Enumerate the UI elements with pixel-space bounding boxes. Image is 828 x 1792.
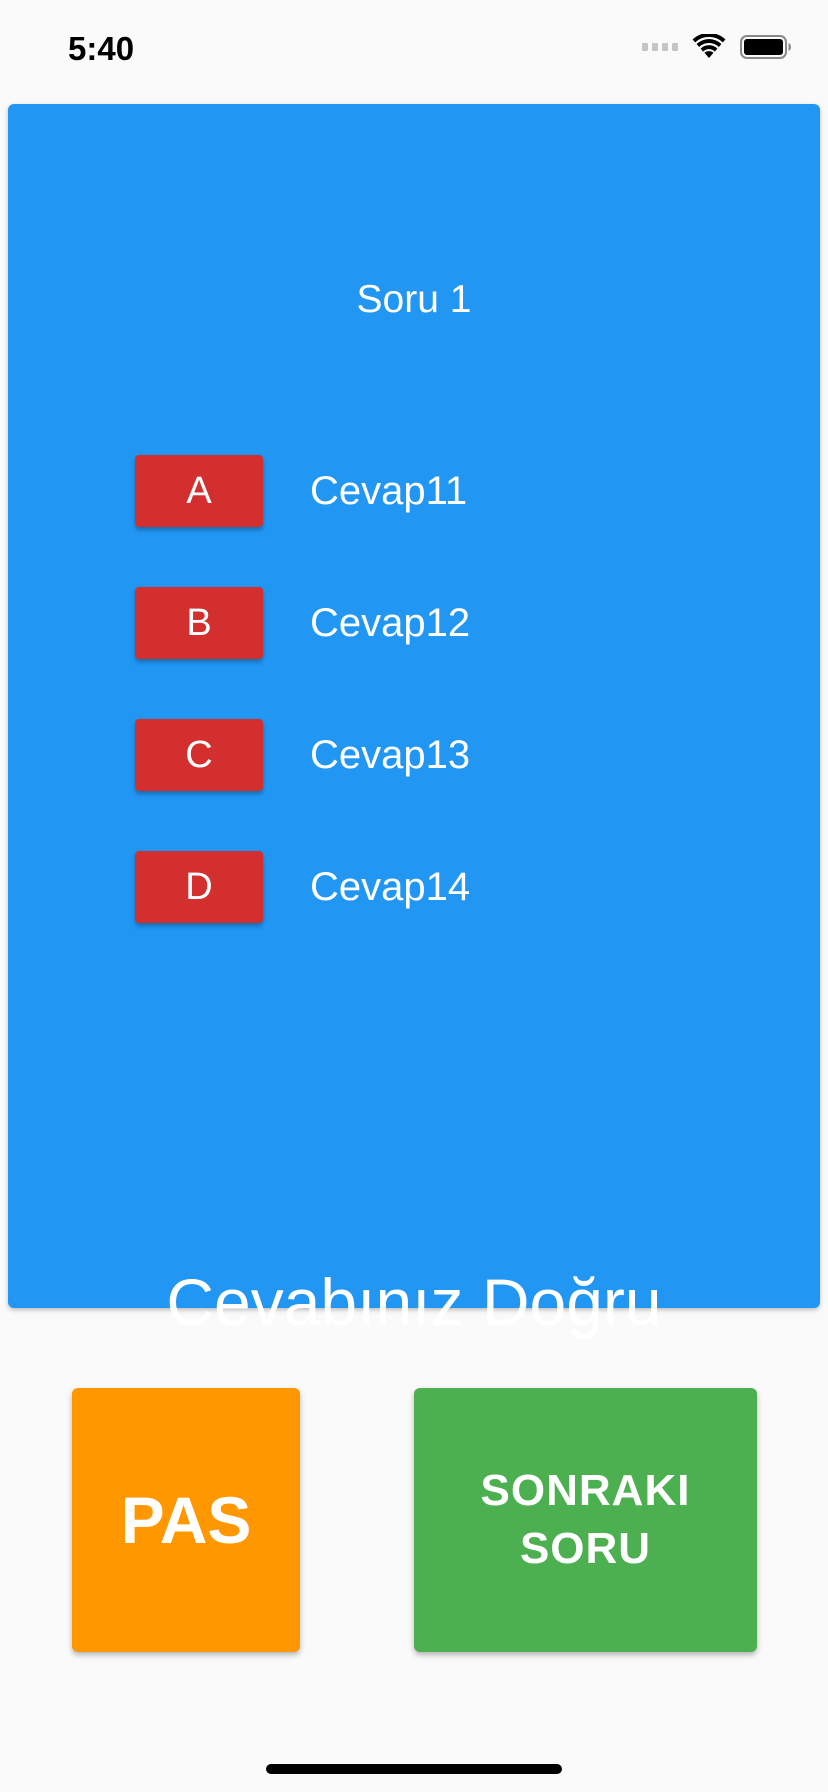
status-time: 5:40 <box>68 30 135 67</box>
answer-d-button[interactable]: D <box>135 851 263 923</box>
next-question-label-line1: SONRAKI <box>480 1466 691 1515</box>
answer-b-text: Cevap12 <box>310 600 471 645</box>
answer-a-text: Cevap11 <box>310 468 468 513</box>
answer-row-a: A Cevap11 <box>135 455 467 527</box>
quiz-screen: 5:40 Soru 1 A Cevap11 B Cevap12 C Cevap1… <box>0 0 828 1792</box>
answer-row-d: D Cevap14 <box>135 851 470 923</box>
status-bar: 5:40 <box>0 0 828 100</box>
pass-button[interactable]: PAS <box>72 1388 300 1652</box>
next-question-button[interactable]: SONRAKI SORU <box>414 1388 757 1652</box>
question-title: Soru 1 <box>356 278 472 321</box>
answer-d-text: Cevap14 <box>310 864 471 909</box>
signal-icon <box>642 43 678 51</box>
battery-icon <box>740 35 791 59</box>
wifi-icon <box>692 34 726 58</box>
quiz-card: Soru 1 A Cevap11 B Cevap12 C Cevap13 D C… <box>8 104 820 1339</box>
answer-b-button[interactable]: B <box>135 587 263 659</box>
home-indicator[interactable] <box>266 1764 562 1774</box>
result-text: Cevabınız Doğru <box>166 1265 662 1339</box>
answer-row-b: B Cevap12 <box>135 587 470 659</box>
answer-c-button[interactable]: C <box>135 719 263 791</box>
answer-a-button[interactable]: A <box>135 455 263 527</box>
status-icons <box>642 34 792 60</box>
answer-row-c: C Cevap13 <box>135 719 470 791</box>
next-question-label-line2: SORU <box>519 1524 652 1573</box>
answer-c-text: Cevap13 <box>310 732 471 777</box>
